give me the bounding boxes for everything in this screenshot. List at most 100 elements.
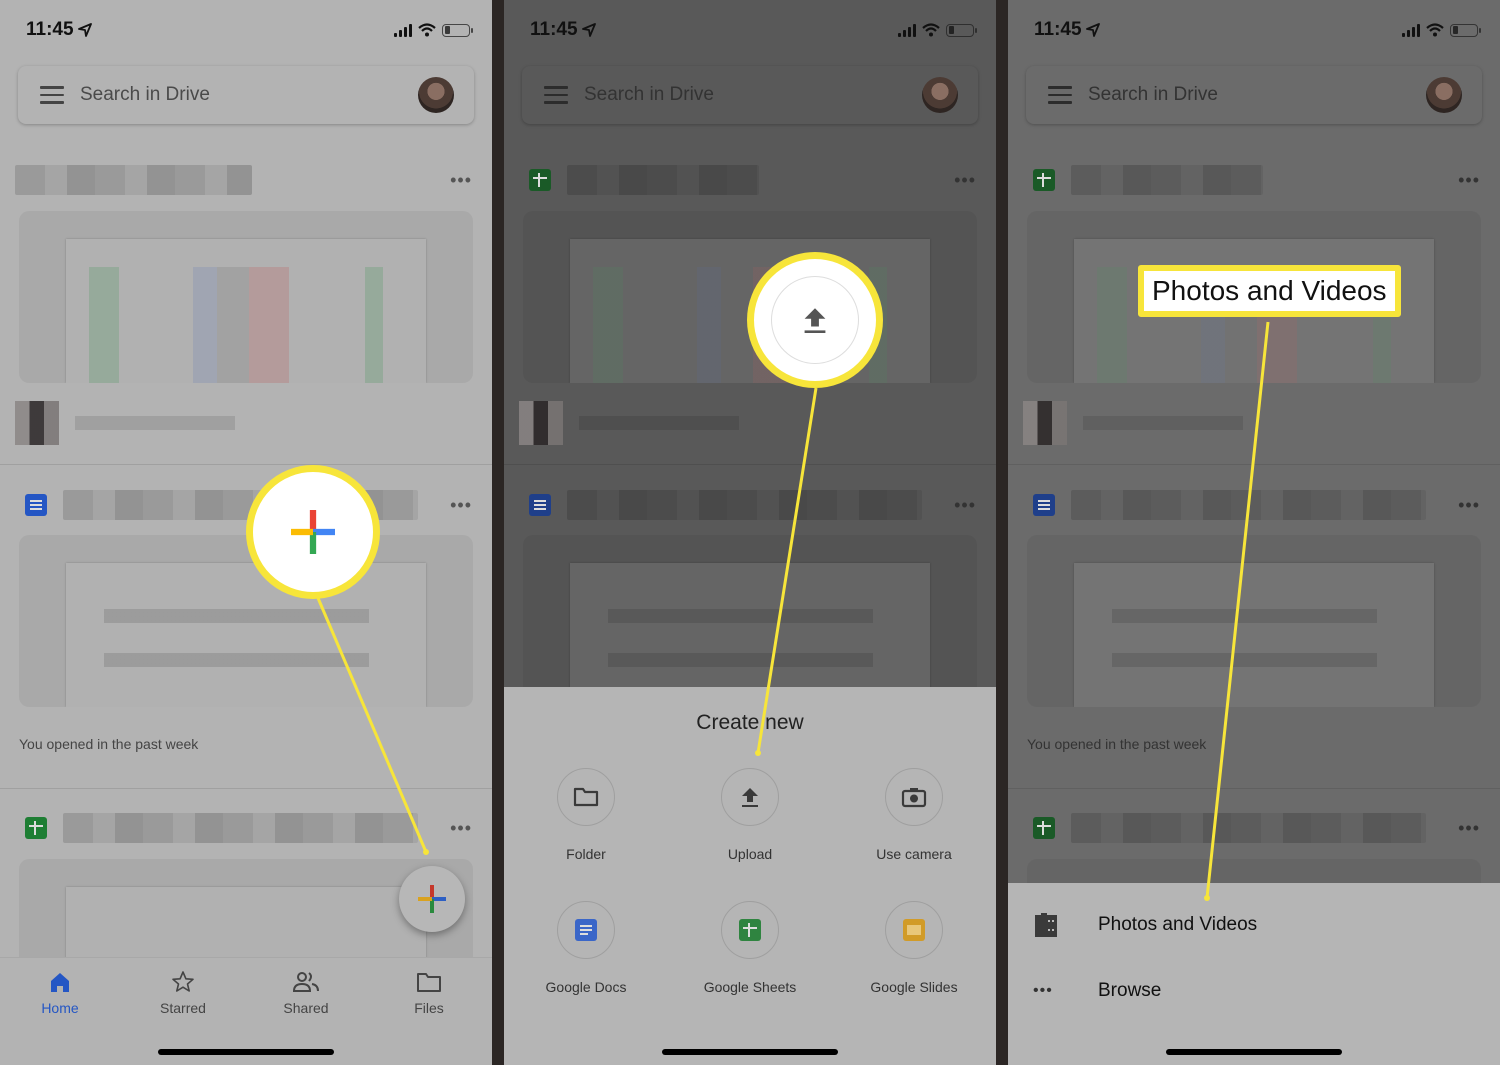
file-thumbnail[interactable] [523,535,977,707]
file-row[interactable]: ••• [1023,485,1480,525]
status-time: 11:45 [530,19,578,40]
file-row[interactable]: ••• [519,160,976,200]
star-icon [172,971,194,992]
hamburger-menu-icon[interactable] [544,86,568,104]
divider [1008,464,1500,465]
search-bar[interactable]: Search in Drive [522,66,978,124]
plus-icon [418,885,446,913]
google-docs-icon [575,919,597,941]
google-docs-icon [529,494,551,516]
more-horizontal-icon[interactable]: ••• [1450,495,1480,516]
search-bar[interactable]: Search in Drive [18,66,474,124]
file-name [1071,165,1263,195]
more-horizontal-icon[interactable]: ••• [442,818,472,839]
upload-icon [742,788,758,807]
file-row[interactable]: ••• [519,485,976,525]
more-horizontal-icon[interactable]: ••• [946,495,976,516]
shared-people-icon [292,972,319,992]
film-icon [1035,913,1057,937]
status-bar: 11:45 [1034,18,1481,42]
callout-plus-highlight [246,465,380,599]
battery-low-icon [1450,23,1481,37]
search-input[interactable]: Search in Drive [80,84,418,106]
status-time: 11:45 [26,19,74,40]
photos-and-videos-option[interactable]: Photos and Videos [1008,900,1500,950]
section-label: You opened in the past week [1027,736,1207,752]
create-upload-button[interactable]: Upload [680,768,820,862]
google-sheets-icon [1033,817,1055,839]
upload-source-sheet: Photos and Videos ••• Browse [1008,883,1500,1065]
cellular-signal-icon [394,23,412,37]
create-google-slides-button[interactable]: Google Slides [844,901,984,995]
file-name [567,165,759,195]
divider [504,464,996,465]
file-owner [1023,401,1243,445]
avatar[interactable] [922,77,958,113]
more-horizontal-icon[interactable]: ••• [1450,818,1480,839]
file-row[interactable]: ••• [15,808,472,848]
folder-icon [417,973,441,992]
camera-icon [901,788,927,808]
new-fab-button[interactable] [399,866,465,932]
file-thumbnail[interactable] [1027,535,1481,707]
owner-avatar [519,401,563,445]
wifi-icon [922,23,940,37]
create-new-sheet: Create new Folder Upload Use camera Goog… [504,687,996,1065]
wifi-icon [418,23,436,37]
file-name [63,813,418,843]
home-indicator [158,1049,334,1055]
owner-avatar [1023,401,1067,445]
home-indicator [662,1049,838,1055]
hamburger-menu-icon[interactable] [40,86,64,104]
google-sheets-icon [25,817,47,839]
step1-drive-home: 11:45 Search in Drive ••• ••• You opened… [0,0,492,1065]
more-horizontal-icon: ••• [1033,982,1053,999]
search-input[interactable]: Search in Drive [1088,84,1426,106]
create-camera-button[interactable]: Use camera [844,768,984,862]
google-docs-icon [1033,494,1055,516]
status-bar: 11:45 [26,18,473,42]
nav-files[interactable]: Files [384,968,474,1016]
google-sheets-icon [529,169,551,191]
nav-home[interactable]: Home [15,968,105,1016]
location-arrow-icon [77,23,92,37]
google-sheets-icon [1033,169,1055,191]
avatar[interactable] [1426,77,1462,113]
step3-upload-source: 11:45 Search in Drive ••• ••• You opened… [1008,0,1500,1065]
create-google-sheets-button[interactable]: Google Sheets [680,901,820,995]
nav-starred[interactable]: Starred [138,968,228,1016]
divider [0,788,492,789]
more-horizontal-icon[interactable]: ••• [946,170,976,191]
browse-option[interactable]: ••• Browse [1008,966,1500,1016]
file-name [1071,490,1426,520]
search-bar[interactable]: Search in Drive [1026,66,1482,124]
divider [0,464,492,465]
wifi-icon [1426,23,1444,37]
more-horizontal-icon[interactable]: ••• [442,170,472,191]
more-horizontal-icon[interactable]: ••• [1450,170,1480,191]
sheet-title: Create new [696,711,804,734]
nav-shared[interactable]: Shared [261,968,351,1016]
avatar[interactable] [418,77,454,113]
hamburger-menu-icon[interactable] [1048,86,1072,104]
file-thumbnail[interactable] [19,211,473,383]
file-row[interactable]: ••• [1023,160,1480,200]
folder-icon [573,787,599,807]
file-row[interactable]: ••• [1023,808,1480,848]
file-row[interactable]: ••• [15,160,472,200]
google-sheets-icon [739,919,761,941]
file-owner [519,401,739,445]
callout-upload-highlight [747,252,883,388]
file-name [567,490,922,520]
divider [1008,788,1500,789]
status-time: 11:45 [1034,19,1082,40]
callout-photos-videos-highlight: Photos and Videos [1138,265,1401,317]
create-folder-button[interactable]: Folder [516,768,656,862]
section-label: You opened in the past week [19,736,199,752]
file-row[interactable]: ••• [15,485,472,525]
create-google-docs-button[interactable]: Google Docs [516,901,656,995]
search-input[interactable]: Search in Drive [584,84,922,106]
home-indicator [1166,1049,1342,1055]
more-horizontal-icon[interactable]: ••• [442,495,472,516]
file-thumbnail[interactable] [19,535,473,707]
